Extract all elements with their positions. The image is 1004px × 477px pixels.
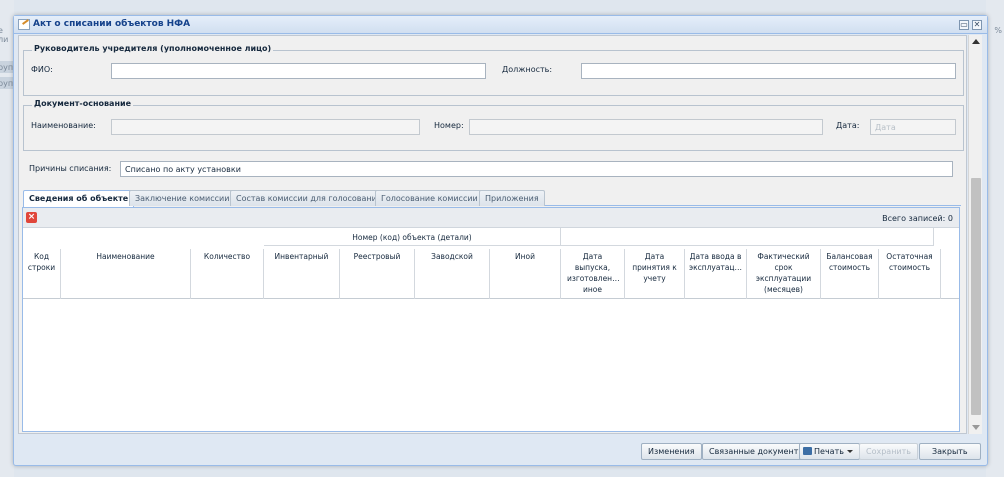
basis-name-label: Наименование: [31, 121, 96, 130]
col-service-life[interactable]: Фактический срок эксплуатации (месяцев) [747, 249, 821, 299]
bg-fragment: % [994, 26, 1002, 35]
related-documents-button[interactable]: Связанные документы [702, 443, 812, 460]
tab-commission-voting[interactable]: Голосование комиссии [375, 190, 484, 206]
group-header-object-number: Номер (код) объекта (детали) [264, 228, 561, 246]
tab-object-info[interactable]: Сведения об объекте [23, 190, 135, 207]
basis-legend: Документ-основание [32, 99, 133, 108]
background-app-right: % [986, 0, 1004, 477]
basis-date-label: Дата: [836, 121, 860, 130]
form-body: Руководитель учредителя (уполномоченное … [18, 35, 967, 434]
maximize-icon[interactable]: ▭ [959, 20, 969, 30]
col-acceptance-date[interactable]: Дата принятия к учету [625, 249, 685, 299]
position-field[interactable] [581, 63, 956, 79]
basis-fieldset: Документ-основание Наименование: Номер: … [23, 99, 964, 151]
col-code[interactable]: Код строки [23, 249, 61, 299]
tab-bar: Сведения об объекте Заключение комиссии … [23, 188, 961, 207]
fio-label: ФИО: [31, 65, 53, 74]
bg-fragment: руп [0, 79, 14, 88]
grid-body[interactable] [23, 300, 959, 431]
window-title: Акт о списании объектов НФА [33, 19, 191, 29]
head-legend: Руководитель учредителя (уполномоченное … [32, 44, 274, 53]
chevron-down-icon [846, 450, 853, 453]
col-factory[interactable]: Заводской [415, 249, 490, 299]
scroll-up-icon[interactable] [972, 39, 980, 44]
bg-fragment: е ли [0, 26, 9, 44]
document-edit-icon [18, 19, 30, 30]
group-header-blank [561, 228, 934, 246]
col-commission-date[interactable]: Дата ввода в эксплуатац… [685, 249, 747, 299]
vertical-scrollbar[interactable] [968, 35, 982, 434]
basis-name-field[interactable] [111, 119, 420, 135]
close-icon[interactable]: ✕ [972, 20, 982, 30]
basis-number-label: Номер: [434, 121, 464, 130]
grid-header: Номер (код) объекта (детали) Код строки … [23, 228, 959, 299]
grid-toolbar: × Всего записей: 0 [23, 208, 959, 228]
col-manufacture-date[interactable]: Дата выпуска, изготовлен… иное [561, 249, 625, 299]
basis-number-field[interactable] [469, 119, 823, 135]
reason-label: Причины списания: [29, 164, 112, 173]
reason-field[interactable]: Списано по акту установки [120, 161, 953, 177]
window-header[interactable]: Акт о списании объектов НФА ▭ ✕ [14, 16, 987, 34]
bg-fragment: руп [0, 63, 14, 72]
printer-icon [803, 447, 812, 455]
fio-field[interactable] [111, 63, 486, 79]
close-button[interactable]: Закрыть [919, 443, 981, 460]
position-label: Должность: [502, 65, 553, 74]
scroll-down-icon[interactable] [972, 425, 980, 430]
total-records: Всего записей: 0 [882, 214, 953, 223]
basis-date-field[interactable]: Дата [870, 119, 956, 135]
print-button[interactable]: Печать [799, 443, 860, 460]
col-registry[interactable]: Реестровый [340, 249, 415, 299]
print-label: Печать [814, 447, 844, 456]
col-inventory[interactable]: Инвентарный [264, 249, 340, 299]
background-app-left: е ли руп руп [0, 0, 14, 477]
objects-grid: × Всего записей: 0 Номер (код) объекта (… [22, 207, 960, 432]
dialog-window: Акт о списании объектов НФА ▭ ✕ Руководи… [13, 15, 988, 466]
col-residual-value[interactable]: Остаточная стоимость [879, 249, 941, 299]
col-book-value[interactable]: Балансовая стоимость [821, 249, 879, 299]
scroll-thumb[interactable] [971, 178, 981, 415]
tab-voting-members[interactable]: Состав комиссии для голосования [230, 190, 388, 206]
changes-button[interactable]: Изменения [641, 443, 702, 460]
col-name[interactable]: Наименование [61, 249, 191, 299]
col-quantity[interactable]: Количество [191, 249, 264, 299]
tab-commission-conclusion[interactable]: Заключение комиссии [129, 190, 236, 206]
col-other[interactable]: Иной [490, 249, 561, 299]
head-fieldset: Руководитель учредителя (уполномоченное … [23, 44, 964, 96]
delete-icon[interactable]: × [26, 212, 37, 223]
save-button[interactable]: Сохранить [859, 443, 918, 460]
tab-attachments[interactable]: Приложения [479, 190, 545, 206]
